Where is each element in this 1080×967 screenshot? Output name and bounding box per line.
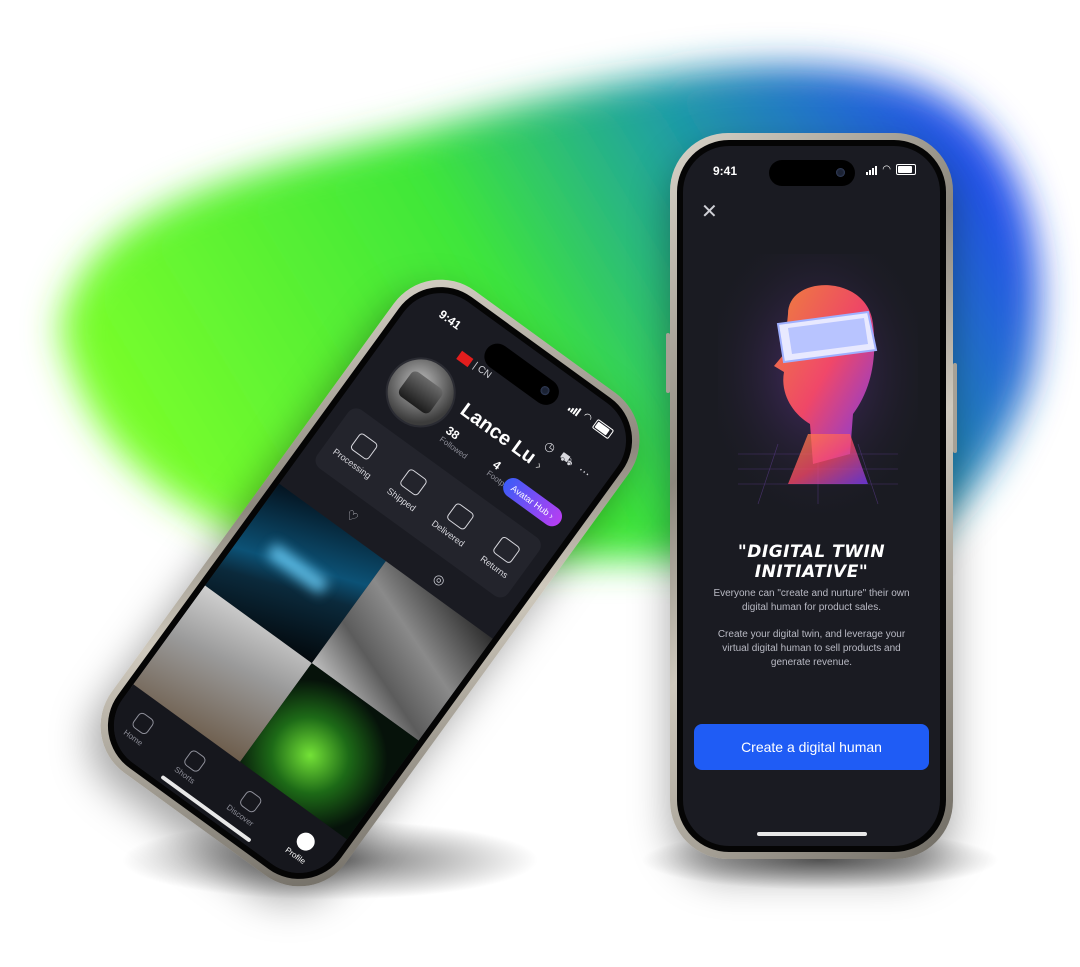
nav-discover[interactable]: Discover [225,785,268,828]
volume-button [666,333,670,393]
digital-twin-screen: 9:41 ◠ ✕ "DIGITAL TWIN INITIATIVE" Every… [683,146,940,846]
cart-icon[interactable]: ⛟ [555,449,577,471]
box-icon [445,501,476,532]
wifi-icon: ◠ [882,164,891,175]
flag-icon [456,350,474,367]
status-icons: ◠ [866,164,916,175]
order-shipped[interactable]: Shipped [385,465,433,513]
close-icon[interactable]: ✕ [701,202,718,222]
order-returns[interactable]: Returns [479,533,526,580]
order-processing[interactable]: Processing [331,426,388,481]
description-text-secondary: Create your digital twin, and leverage y… [717,629,906,668]
return-icon [491,535,522,565]
region-selector[interactable]: | CN [456,350,493,381]
nav-profile[interactable]: Profile [284,827,321,866]
chevron-right-icon: › [532,457,546,473]
truck-icon [399,467,429,498]
region-label: | CN [470,360,494,382]
dynamic-island [768,160,855,186]
status-time: 9:41 [713,164,738,178]
description-text: Everyone can "create and nurture" their … [713,588,910,613]
more-icon[interactable]: ⋯ [574,463,593,483]
nav-home[interactable]: Home [122,710,157,747]
home-indicator [756,832,867,836]
nav-shorts[interactable]: Shorts [173,747,210,785]
signal-icon [866,165,878,175]
package-icon [349,432,380,462]
battery-icon [896,164,916,175]
page-title: "DIGITAL TWIN INITIATIVE" [737,542,886,582]
power-button [953,363,957,453]
order-delivered[interactable]: Delivered [430,497,482,549]
top-action-icons: ◷ ⛟ ⋯ [541,438,594,482]
right-phone: 9:41 ◠ ✕ "DIGITAL TWIN INITIATIVE" Every… [666,133,957,859]
vr-head-illustration [718,254,918,514]
tab-saved[interactable]: ◎ [430,570,448,590]
create-digital-human-button[interactable]: Create a digital human [694,724,929,770]
tab-liked[interactable]: ♡ [342,507,361,527]
